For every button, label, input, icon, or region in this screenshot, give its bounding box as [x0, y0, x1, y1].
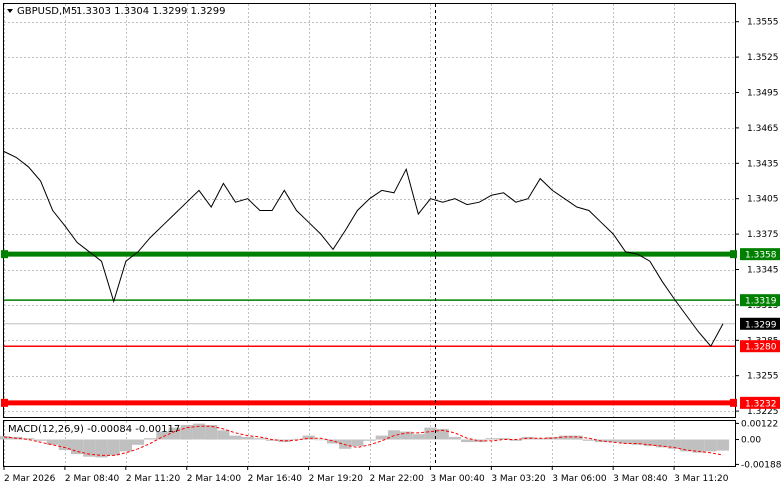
macd-bar	[631, 439, 644, 445]
macd-bar	[302, 435, 315, 440]
main-panel-frame	[3, 3, 736, 418]
macd-bar	[253, 438, 266, 440]
level-label: 1.3358	[745, 251, 777, 261]
macd-bar	[132, 439, 145, 445]
price-tick-label: 1.3375	[747, 230, 779, 240]
macd-bar	[229, 435, 242, 440]
macd-bar	[326, 439, 340, 444]
level-handle[interactable]	[730, 398, 737, 407]
macd-tick-label: 0.00	[741, 436, 761, 446]
macd-bar	[582, 439, 596, 441]
macd-bar	[34, 439, 47, 441]
macd-bar	[217, 430, 230, 440]
macd-bar	[241, 436, 254, 440]
price-tick-label: 1.3405	[747, 195, 779, 205]
time-tick-label: 2 Mar 19:20	[309, 474, 364, 484]
symbol-label: GBPUSD,M5	[17, 6, 77, 17]
level-handle[interactable]	[730, 250, 737, 259]
macd-bar	[461, 439, 474, 443]
level-handle[interactable]	[1, 250, 8, 259]
macd-bar	[71, 439, 84, 455]
macd-axis: 0.00122 0.00 -0.00188	[735, 419, 781, 470]
time-tick-label: 3 Mar 00:40	[430, 474, 485, 484]
macd-bar	[704, 439, 717, 452]
level-label: 1.3319	[745, 297, 777, 307]
price-tick-label: 1.3255	[747, 372, 779, 382]
macd-bar	[205, 425, 218, 440]
macd-bar	[497, 438, 510, 440]
macd-bar	[412, 434, 425, 440]
macd-bar	[521, 436, 535, 440]
macd-bar	[144, 438, 157, 440]
level-handle[interactable]	[1, 398, 8, 407]
price-tick-label: 1.3525	[747, 53, 779, 63]
macd-bar	[119, 439, 132, 452]
price-tick-label: 1.3435	[747, 159, 779, 169]
price-tick-label: 1.3345	[747, 266, 779, 276]
time-tick-label: 3 Mar 11:20	[674, 474, 729, 484]
price-tick-label: 1.3555	[747, 18, 779, 28]
price-axis: 1.3555 1.3525 1.3495 1.3465 1.3435 1.3405 1.33…	[735, 18, 779, 417]
macd-bar	[400, 431, 413, 440]
macd-bar	[424, 427, 437, 440]
macd-bar	[363, 439, 376, 441]
macd-bar	[339, 439, 352, 449]
time-tick-label: 2 Mar 14:00	[187, 474, 242, 484]
time-tick-label: 2 Mar 2026	[4, 474, 56, 484]
macd-bar	[448, 436, 461, 440]
level-label: 1.3232	[745, 399, 777, 409]
time-axis: 2 Mar 2026 2 Mar 08:40 2 Mar 11:20 2 Mar 14…	[3, 466, 729, 484]
macd-bar	[351, 439, 364, 447]
level-label: 1.3280	[745, 343, 777, 353]
macd-tick-label: 0.00122	[741, 419, 778, 429]
macd-bar	[107, 439, 120, 456]
macd-bar	[485, 438, 498, 440]
macd-label: MACD(12,26,9) -0.00084 -0.00117	[8, 424, 180, 435]
macd-tick-label: -0.00188	[741, 460, 781, 470]
ohlc-values: 1.3303 1.3304 1.3299 1.3299	[76, 6, 226, 17]
price-tick-label: 1.3495	[747, 89, 779, 99]
macd-bar	[375, 435, 388, 440]
time-tick-label: 3 Mar 06:00	[552, 474, 607, 484]
time-tick-label: 3 Mar 08:40	[613, 474, 668, 484]
time-tick-label: 2 Mar 16:40	[248, 474, 303, 484]
price-chart[interactable]: 1.3555 1.3525 1.3495 1.3465 1.3435 1.3405 1.33…	[0, 0, 781, 489]
time-tick-label: 2 Mar 22:00	[370, 474, 425, 484]
price-tick-label: 1.3465	[747, 124, 779, 134]
macd-bar	[680, 439, 693, 452]
level-label: 1.3299	[745, 320, 777, 330]
macd-bar	[716, 439, 730, 451]
time-tick-label: 2 Mar 11:20	[126, 474, 181, 484]
time-tick-label: 2 Mar 08:40	[65, 474, 120, 484]
time-tick-label: 3 Mar 03:20	[491, 474, 546, 484]
